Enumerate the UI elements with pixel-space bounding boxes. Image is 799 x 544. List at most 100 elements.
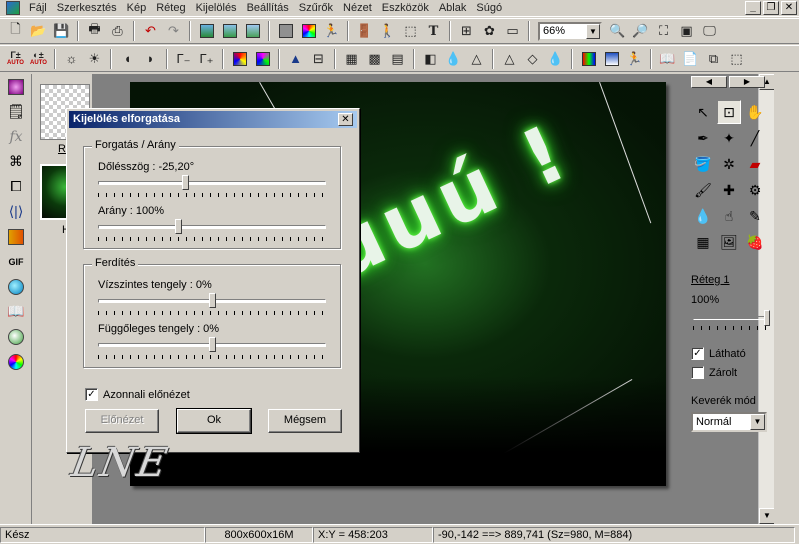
menu-tools[interactable]: Eszközök (377, 1, 434, 16)
plugin-icon[interactable]: ✿ (478, 20, 501, 42)
globe-icon[interactable] (0, 274, 32, 299)
brightness-down-icon[interactable]: ☼ (60, 48, 83, 70)
open-folder-icon[interactable]: 📂 (27, 20, 50, 42)
menu-view[interactable]: Nézet (338, 1, 377, 16)
gif-open-icon[interactable]: GIF (0, 249, 32, 274)
blend-mode-select[interactable]: Normál ▼ (691, 412, 767, 432)
sphere-tool-icon[interactable] (0, 74, 32, 99)
new-file-icon[interactable]: 🗋 (4, 20, 27, 42)
strawberry-icon[interactable]: 🍓 (743, 230, 767, 254)
menu-image[interactable]: Kép (122, 1, 152, 16)
contrast-up-icon[interactable]: ◗ (139, 48, 162, 70)
marble-icon[interactable] (0, 324, 32, 349)
undo-icon[interactable]: ↶ (139, 20, 162, 42)
preview-button[interactable]: Előnézet (85, 409, 159, 433)
eraser-icon[interactable]: ▰ (743, 152, 767, 176)
sharpen-icon[interactable]: △ (465, 48, 488, 70)
menu-edit[interactable]: Szerkesztés (52, 1, 122, 16)
print-preview-icon[interactable]: ⎙ (106, 20, 129, 42)
opacity-slider-track[interactable] (693, 316, 767, 320)
auto-contrast-icon[interactable]: ◐± AUTO (27, 48, 50, 70)
fullscreen-icon[interactable]: 🖵 (698, 20, 721, 42)
fit-window-icon[interactable]: ⛶ (652, 20, 675, 42)
tilt-slider-thumb[interactable] (181, 175, 189, 190)
gradient-icon[interactable] (0, 224, 32, 249)
window-icon[interactable]: ▭ (501, 20, 524, 42)
palette-icon[interactable] (297, 20, 320, 42)
save-icon[interactable]: 💾 (50, 20, 73, 42)
canvas-size-icon[interactable] (218, 20, 241, 42)
cancel-button[interactable]: Mégsem (268, 409, 342, 433)
smudge-icon[interactable]: ☝ (717, 204, 741, 228)
zoom-select[interactable]: 66% ▼ (538, 21, 602, 41)
mosaic-icon[interactable]: ▦ (340, 48, 363, 70)
instant-preview-checkbox[interactable]: ✓ (85, 388, 98, 401)
vertical-slider-thumb[interactable] (209, 337, 216, 352)
grayscale-icon[interactable] (274, 20, 297, 42)
instant-preview-row[interactable]: ✓ Azonnali előnézet (85, 388, 190, 401)
dialog-title-bar[interactable]: Kijelölés elforgatása ✕ (69, 111, 357, 128)
chevron-down-icon[interactable]: ▼ (750, 414, 765, 430)
opacity-slider-thumb[interactable] (764, 310, 770, 326)
color-balance-icon[interactable] (577, 48, 600, 70)
ratio-slider-thumb[interactable] (174, 219, 182, 234)
image-size-icon[interactable] (195, 20, 218, 42)
ratio-slider-track[interactable] (98, 225, 326, 229)
brightness-up-icon[interactable]: ☀ (83, 48, 106, 70)
function-icon[interactable]: fx (0, 124, 32, 149)
texture-icon[interactable]: ▤ (386, 48, 409, 70)
blur-drop-icon[interactable]: 💧 (691, 204, 715, 228)
paint-bucket-icon[interactable]: 🪣 (691, 152, 715, 176)
magic-wand-icon[interactable]: ✦ (717, 126, 741, 150)
curves-icon[interactable]: ⊟ (307, 48, 330, 70)
saturation-down-icon[interactable] (228, 48, 251, 70)
selection-icon[interactable]: ⬚ (399, 20, 422, 42)
tilt-slider-track[interactable] (98, 181, 326, 185)
visible-checkbox-row[interactable]: ✓ Látható (691, 347, 746, 360)
enter-icon[interactable]: 🚶 (376, 20, 399, 42)
layer-name[interactable]: Réteg 1 (691, 274, 730, 286)
run-script-icon[interactable]: 🏃 (320, 20, 343, 42)
menu-adjust[interactable]: Beállítás (242, 1, 294, 16)
layers-icon[interactable]: ⧉ (702, 48, 725, 70)
close-button[interactable]: ✕ (781, 1, 797, 15)
contrast-down-icon[interactable]: ◖ (116, 48, 139, 70)
spray-icon[interactable]: ✲ (717, 152, 741, 176)
print-icon[interactable]: 🖶 (83, 20, 106, 42)
selection-tool-icon[interactable]: ⊡ (717, 100, 741, 124)
gamma-up-icon[interactable]: Γ₊ (195, 48, 218, 70)
menu-select[interactable]: Kijelölés (191, 1, 242, 16)
exit-icon[interactable]: 🚪 (353, 20, 376, 42)
ok-button[interactable]: Ok (176, 408, 252, 434)
chevron-right-icon[interactable]: ▶ (729, 76, 765, 88)
invert-icon[interactable]: ◧ (419, 48, 442, 70)
book-icon[interactable]: 📖 (656, 48, 679, 70)
color-wheel-icon[interactable] (0, 349, 32, 374)
notes-icon[interactable]: 📄 (679, 48, 702, 70)
menu-help[interactable]: Súgó (471, 1, 507, 16)
menu-layer[interactable]: Réteg (151, 1, 190, 16)
drop-icon[interactable]: 💧 (544, 48, 567, 70)
clone-brush-icon[interactable]: ✚ (717, 178, 741, 202)
note-icon[interactable]: 🗒 (0, 99, 32, 124)
close-icon[interactable]: ✕ (338, 113, 353, 126)
batch-run-icon[interactable]: 🏃 (623, 48, 646, 70)
pointer-icon[interactable]: ↖ (691, 100, 715, 124)
redo-icon[interactable]: ↷ (162, 20, 185, 42)
zoom-out-icon[interactable]: 🔎 (629, 20, 652, 42)
restore-button[interactable]: ❐ (763, 1, 779, 15)
select-all-icon[interactable]: ⬚ (725, 48, 748, 70)
eyedropper-icon[interactable]: ✒ (691, 126, 715, 150)
soften-icon[interactable]: ◇ (521, 48, 544, 70)
actual-size-icon[interactable]: ▣ (675, 20, 698, 42)
sharpen-brush-icon[interactable]: ✎ (743, 204, 767, 228)
brush-icon[interactable]: 🖌 (691, 178, 715, 202)
stamp-icon[interactable]: ⚙ (743, 178, 767, 202)
zoom-in-icon[interactable]: 🔍 (606, 20, 629, 42)
chevron-left-icon[interactable]: ◀ (691, 76, 727, 88)
menu-window[interactable]: Ablak (434, 1, 472, 16)
hand-icon[interactable]: ✋ (743, 100, 767, 124)
tree-icon[interactable]: ⊞ (455, 20, 478, 42)
book-tool-icon[interactable]: 📖 (0, 299, 32, 324)
horizontal-slider-thumb[interactable] (209, 293, 216, 308)
